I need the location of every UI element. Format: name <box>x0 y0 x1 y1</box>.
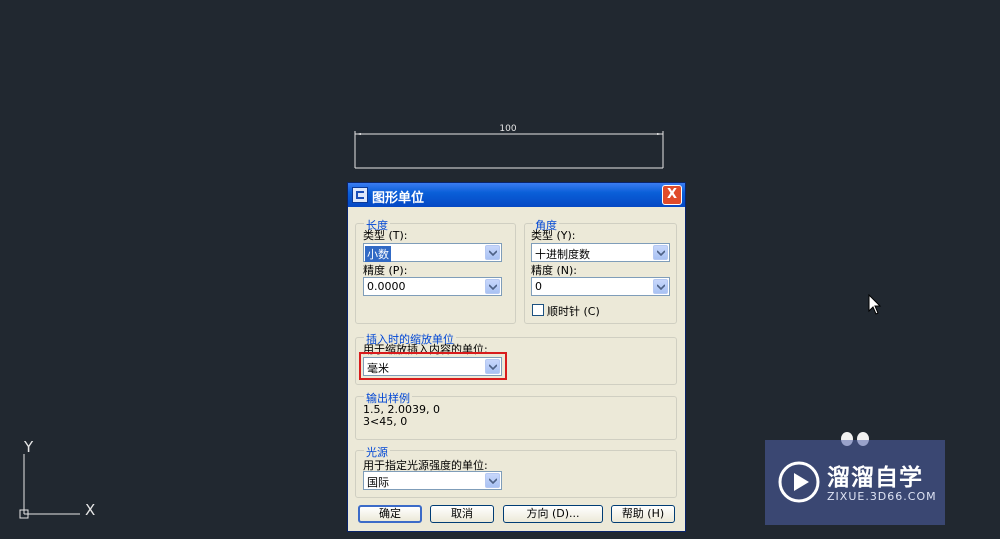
angle-type-select[interactable]: 十进制度数 <box>531 243 670 262</box>
app-icon <box>352 187 368 203</box>
close-button[interactable]: X <box>662 185 682 205</box>
ucs-icon: Y X <box>14 436 104 526</box>
length-precision-label: 精度 (P): <box>363 264 408 277</box>
ucs-y-label: Y <box>24 438 34 456</box>
clockwise-checkbox[interactable] <box>532 304 544 316</box>
dimension-value: 100 <box>499 124 517 134</box>
chevron-down-icon[interactable] <box>653 245 668 260</box>
dialog-title: 图形单位 <box>372 191 425 206</box>
watermark-subtitle: ZIXUE.3D66.COM <box>827 490 937 503</box>
length-type-label: 类型 (T): <box>363 229 408 242</box>
chevron-down-icon[interactable] <box>485 245 500 260</box>
cancel-button[interactable]: 取消 <box>430 505 494 523</box>
length-precision-select[interactable]: 0.0000 <box>363 277 502 296</box>
ucs-x-label: X <box>85 501 96 519</box>
red-highlight-box <box>359 352 507 380</box>
direction-button[interactable]: 方向 (D)... <box>503 505 603 523</box>
help-button[interactable]: 帮助 (H) <box>611 505 675 523</box>
watermark: 溜溜自学 ZIXUE.3D66.COM <box>765 440 945 525</box>
lighting-units-select[interactable]: 国际 <box>363 471 502 490</box>
length-type-value: 小数 <box>365 246 391 262</box>
chevron-down-icon[interactable] <box>485 473 500 488</box>
length-precision-value: 0.0000 <box>367 280 406 293</box>
lighting-units-value: 国际 <box>367 476 389 489</box>
ok-button[interactable]: 确定 <box>358 505 422 523</box>
play-icon <box>778 461 820 503</box>
clockwise-label[interactable]: 顺时针 (C) <box>547 303 600 319</box>
dimension-annotation: 100 <box>350 124 670 174</box>
mouse-cursor-icon <box>868 294 882 315</box>
chevron-down-icon[interactable] <box>653 279 668 294</box>
angle-precision-select[interactable]: 0 <box>531 277 670 296</box>
length-type-select[interactable]: 小数 <box>363 243 502 262</box>
units-dialog: 图形单位 X 长度 类型 (T): 小数 精度 (P): 0.0000 角度 类… <box>347 182 686 532</box>
angle-type-label: 类型 (Y): <box>531 229 576 242</box>
angle-precision-label: 精度 (N): <box>531 264 578 277</box>
watermark-title: 溜溜自学 <box>827 465 923 491</box>
chevron-down-icon[interactable] <box>485 279 500 294</box>
angle-type-value: 十进制度数 <box>535 248 590 261</box>
dialog-titlebar[interactable]: 图形单位 X <box>348 183 685 207</box>
sample-line-2: 3<45, 0 <box>363 415 408 428</box>
angle-precision-value: 0 <box>535 280 542 293</box>
